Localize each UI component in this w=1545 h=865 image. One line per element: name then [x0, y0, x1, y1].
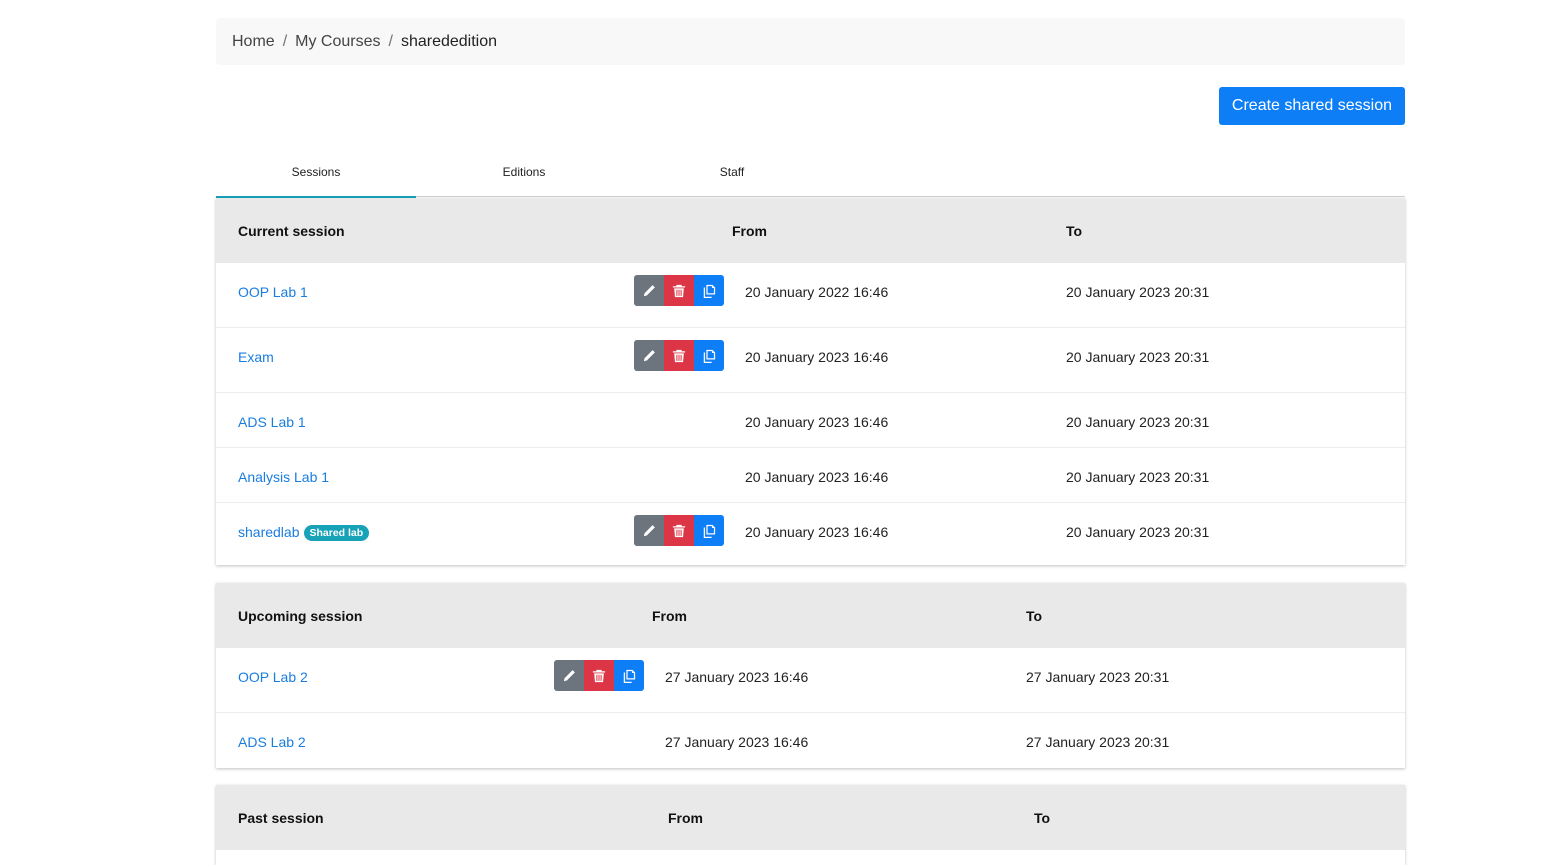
delete-button[interactable] — [664, 275, 694, 306]
pencil-icon — [642, 524, 656, 538]
session-to-date: 20 January 2023 20:31 — [1066, 469, 1210, 485]
session-to-date: 27 January 2023 20:31 — [1026, 669, 1170, 685]
table-row: sharedlab Shared lab 20 January 2023 16:46… — [216, 502, 1405, 567]
edit-button[interactable] — [554, 660, 584, 691]
pencil-icon — [642, 349, 656, 363]
session-to-date: 27 January 2023 20:31 — [1026, 734, 1170, 750]
shared-lab-badge: Shared lab — [303, 525, 370, 541]
breadcrumb: Home / My Courses / sharededition — [216, 18, 1405, 65]
copy-button[interactable] — [614, 660, 644, 691]
trash-icon — [592, 669, 606, 683]
edit-button[interactable] — [634, 275, 664, 306]
header-to: To — [1026, 608, 1043, 624]
copy-button[interactable] — [694, 515, 724, 546]
tab-bar: Sessions Editions Staff — [216, 146, 1405, 199]
pencil-icon — [562, 669, 576, 683]
trash-icon — [672, 524, 686, 538]
table-row: Analysis Lab 1 20 January 2023 16:46 20 Ja… — [216, 447, 1405, 502]
table-row: ADS Lab 1 20 January 2023 16:46 20 January… — [216, 392, 1405, 447]
upcoming-sessions-table: Upcoming session From To OOP Lab 2 27 Jan… — [216, 583, 1405, 768]
session-name: ADS Lab 2 — [238, 734, 306, 750]
table-body: OOP Lab 2 27 January 2023 16:46 27 January… — [216, 648, 1405, 767]
breadcrumb-separator: / — [282, 32, 288, 50]
session-to-date: 20 January 2023 20:31 — [1066, 524, 1210, 540]
session-from-date: 20 January 2023 16:46 — [745, 414, 889, 430]
table-header: Past session From To — [216, 785, 1405, 850]
header-to: To — [1066, 223, 1083, 239]
session-name-link[interactable]: Analysis Lab 1 — [238, 469, 329, 485]
pencil-icon — [642, 284, 656, 298]
session-actions — [634, 515, 724, 546]
session-name-link[interactable]: ADS Lab 1 — [238, 414, 306, 430]
edit-button[interactable] — [634, 515, 664, 546]
session-actions — [554, 660, 644, 691]
session-name: sharedlab — [238, 524, 300, 540]
session-from-date: 20 January 2023 16:46 — [745, 524, 889, 540]
session-from-date: 27 January 2023 16:46 — [665, 669, 809, 685]
header-to: To — [1034, 810, 1051, 826]
breadcrumb-home[interactable]: Home — [232, 33, 275, 51]
session-name-link[interactable]: OOP Lab 1 — [238, 284, 308, 300]
table-row: ADS Lab 2 27 January 2023 16:46 27 January… — [216, 712, 1405, 767]
table-header: Upcoming session From To — [216, 583, 1405, 648]
session-to-date: 20 January 2023 20:31 — [1066, 349, 1210, 365]
session-to-date: 20 January 2023 20:31 — [1066, 284, 1210, 300]
copy-icon — [622, 669, 636, 683]
header-name: Current session — [238, 223, 345, 239]
create-shared-session-button[interactable]: Create shared session — [1218, 87, 1405, 125]
session-from-date: 20 January 2022 16:46 — [745, 284, 889, 300]
session-name: OOP Lab 1 — [238, 284, 308, 300]
breadcrumb-my-courses[interactable]: My Courses — [295, 33, 380, 51]
session-name-link[interactable]: Exam — [238, 349, 274, 365]
copy-icon — [702, 349, 716, 363]
session-name: ADS Lab 1 — [238, 414, 306, 430]
header-from: From — [652, 608, 687, 624]
session-name-link[interactable]: sharedlab Shared lab — [238, 524, 370, 541]
session-name: Exam — [238, 349, 274, 365]
session-name: OOP Lab 2 — [238, 669, 308, 685]
copy-button[interactable] — [694, 275, 724, 306]
session-name-link[interactable]: ADS Lab 2 — [238, 734, 306, 750]
copy-icon — [702, 284, 716, 298]
session-from-date: 20 January 2023 16:46 — [745, 469, 889, 485]
session-from-date: 27 January 2023 16:46 — [665, 734, 809, 750]
copy-button[interactable] — [694, 340, 724, 371]
delete-button[interactable] — [664, 515, 694, 546]
trash-icon — [672, 349, 686, 363]
header-name: Past session — [238, 810, 324, 826]
tab-editions[interactable]: Editions — [424, 146, 624, 197]
breadcrumb-separator: / — [388, 32, 393, 50]
edit-button[interactable] — [634, 340, 664, 371]
header-from: From — [732, 223, 767, 239]
session-actions — [634, 340, 724, 371]
header-name: Upcoming session — [238, 608, 363, 624]
session-name: Analysis Lab 1 — [238, 469, 330, 485]
copy-icon — [702, 524, 716, 538]
tab-staff[interactable]: Staff — [632, 146, 832, 197]
table-header: Current session From To — [216, 198, 1405, 263]
current-sessions-table: Current session From To OOP Lab 1 20 Janu… — [216, 198, 1405, 565]
table-row: Exam 20 January 2023 16:46 20 January 2023… — [216, 327, 1405, 392]
session-actions — [634, 275, 724, 306]
session-name-link[interactable]: OOP Lab 2 — [238, 669, 308, 685]
trash-icon — [672, 284, 686, 298]
session-to-date: 20 January 2023 20:31 — [1066, 414, 1210, 430]
table-row: OOP Lab 2 27 January 2023 16:46 27 January… — [216, 648, 1405, 712]
session-from-date: 20 January 2023 16:46 — [745, 349, 889, 365]
delete-button[interactable] — [664, 340, 694, 371]
breadcrumb-current: sharededition — [400, 32, 498, 50]
past-sessions-table: Past session From To — [216, 785, 1405, 865]
table-body: OOP Lab 1 20 January 2022 16:46 20 January… — [216, 263, 1405, 567]
page-container: Home / My Courses / sharededition Create… — [216, 18, 1405, 865]
delete-button[interactable] — [584, 660, 614, 691]
tab-sessions[interactable]: Sessions — [216, 146, 416, 199]
header-from: From — [668, 810, 703, 826]
table-row: OOP Lab 1 20 January 2022 16:46 20 January… — [216, 263, 1405, 327]
